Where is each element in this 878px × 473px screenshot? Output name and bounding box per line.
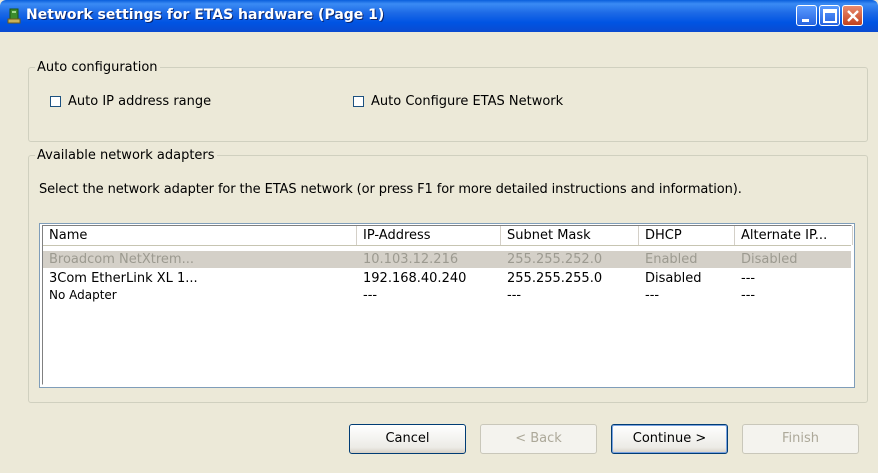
cell-subnet: --- [507, 288, 522, 303]
minimize-button[interactable] [796, 5, 817, 26]
close-icon [847, 10, 859, 22]
cell-ip: --- [363, 288, 378, 303]
table-row[interactable]: 3Com EtherLink XL 1... 192.168.40.240 25… [43, 270, 851, 287]
checkbox-box[interactable] [353, 96, 364, 107]
cell-subnet: 255.255.255.0 [507, 271, 603, 286]
title-bar[interactable]: Network settings for ETAS hardware (Page… [0, 0, 878, 32]
cell-name: Broadcom NetXtrem... [49, 252, 194, 267]
cell-dhcp: Disabled [645, 271, 702, 286]
cell-alternate-ip: --- [741, 288, 756, 303]
instruction-text: Select the network adapter for the ETAS … [39, 182, 742, 197]
cell-dhcp: --- [645, 288, 660, 303]
cell-ip: 10.103.12.216 [363, 252, 459, 267]
auto-etas-checkbox[interactable]: Auto Configure ETAS Network [353, 94, 563, 109]
continue-button[interactable]: Continue > [611, 424, 728, 454]
maximize-button[interactable] [819, 5, 840, 26]
adapter-list[interactable]: Name IP-Address Subnet Mask DHCP Alterna… [39, 223, 855, 388]
cell-dhcp: Enabled [645, 252, 698, 267]
table-row[interactable]: Broadcom NetXtrem... 10.103.12.216 255.2… [43, 251, 851, 268]
close-button[interactable] [842, 5, 863, 26]
back-label: < Back [515, 431, 562, 446]
window-title: Network settings for ETAS hardware (Page… [26, 7, 385, 23]
column-header-ip[interactable]: IP-Address [357, 226, 501, 245]
cell-name: 3Com EtherLink XL 1... [49, 271, 198, 286]
auto-etas-label: Auto Configure ETAS Network [371, 94, 564, 109]
minimize-icon [802, 19, 809, 22]
table-row[interactable]: No Adapter --- --- --- --- [43, 287, 851, 304]
auto-ip-label: Auto IP address range [68, 94, 212, 109]
cancel-label: Cancel [385, 431, 430, 446]
cancel-button[interactable]: Cancel [349, 424, 466, 454]
adapters-legend: Available network adapters [37, 148, 215, 163]
checkbox-box[interactable] [50, 96, 61, 107]
auto-config-legend: Auto configuration [37, 60, 158, 75]
column-header-alternate-ip[interactable]: Alternate IP... [735, 226, 853, 245]
cell-subnet: 255.255.252.0 [507, 252, 603, 267]
cell-ip: 192.168.40.240 [363, 271, 467, 286]
list-header: Name IP-Address Subnet Mask DHCP Alterna… [43, 226, 853, 246]
column-header-name[interactable]: Name [43, 226, 357, 245]
continue-label: Continue > [632, 431, 707, 446]
finish-label: Finish [781, 431, 819, 446]
dialog-window: Network settings for ETAS hardware (Page… [0, 0, 878, 473]
back-button[interactable]: < Back [480, 424, 597, 454]
cell-name: No Adapter [49, 288, 117, 302]
network-icon [7, 8, 21, 24]
cell-alternate-ip: Disabled [741, 252, 798, 267]
finish-button[interactable]: Finish [742, 424, 859, 454]
column-header-subnet[interactable]: Subnet Mask [501, 226, 639, 245]
column-header-dhcp[interactable]: DHCP [639, 226, 735, 245]
cell-alternate-ip: --- [741, 271, 756, 286]
auto-ip-checkbox[interactable]: Auto IP address range [50, 94, 211, 109]
maximize-icon [823, 9, 837, 23]
